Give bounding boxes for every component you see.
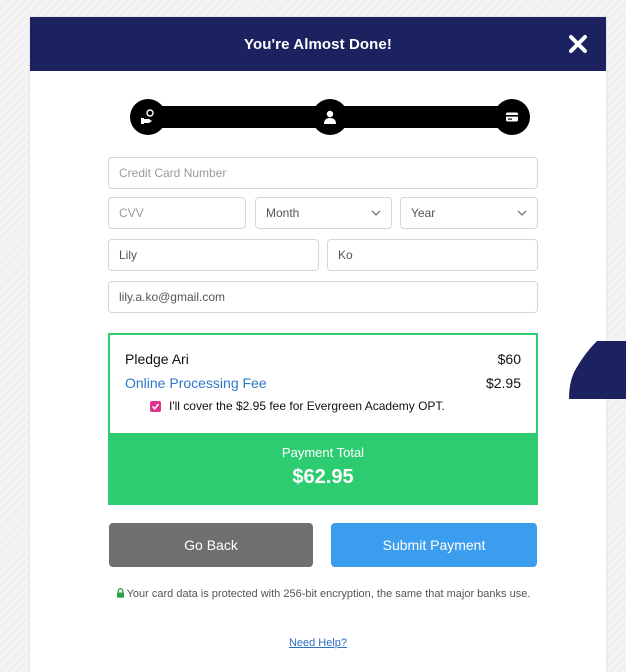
progress-stepper bbox=[130, 99, 530, 135]
need-help-link[interactable]: Need Help? bbox=[30, 637, 606, 649]
payment-total-label: Payment Total bbox=[281, 445, 365, 460]
payment-summary: Pledge Ari $60 Online Processing Fee $2.… bbox=[108, 333, 538, 433]
security-note-text: Your card data is protected with 256-bit… bbox=[126, 588, 531, 600]
security-note: Your card data is protected with 256-bit… bbox=[110, 586, 536, 603]
pledge-row: Pledge Ari $60 bbox=[125, 351, 521, 367]
month-select-value: Month bbox=[266, 206, 300, 220]
decorative-shape bbox=[569, 341, 626, 399]
step-info bbox=[312, 99, 348, 135]
cover-fee-text: I'll cover the $2.95 fee for Evergreen A… bbox=[169, 399, 445, 413]
pledge-label: Pledge Ari bbox=[125, 351, 189, 367]
credit-card-icon bbox=[506, 112, 518, 122]
user-icon bbox=[324, 110, 336, 124]
lock-icon bbox=[116, 588, 124, 598]
payment-modal: You're Almost Done! Credit Card Number C… bbox=[30, 17, 606, 672]
step-pledge bbox=[130, 99, 166, 135]
close-icon[interactable] bbox=[566, 32, 590, 56]
pledge-amount: $60 bbox=[497, 351, 521, 367]
go-back-button[interactable]: Go Back bbox=[109, 523, 313, 567]
month-select[interactable]: Month bbox=[255, 197, 392, 229]
modal-title: You're Almost Done! bbox=[244, 35, 392, 53]
fee-row: Online Processing Fee $2.95 bbox=[125, 375, 521, 391]
payment-total-amount: $62.95 bbox=[292, 466, 354, 488]
checkmark-icon bbox=[151, 403, 160, 410]
step-payment bbox=[494, 99, 530, 135]
cover-fee-option[interactable]: I'll cover the $2.95 fee for Evergreen A… bbox=[150, 399, 445, 413]
submit-payment-button[interactable]: Submit Payment bbox=[331, 523, 537, 567]
card-number-input[interactable] bbox=[108, 157, 538, 189]
cvv-input[interactable] bbox=[108, 197, 246, 229]
modal-header: You're Almost Done! bbox=[30, 17, 606, 71]
year-select[interactable]: Year bbox=[400, 197, 538, 229]
year-select-value: Year bbox=[411, 206, 436, 220]
chevron-down-icon bbox=[371, 210, 381, 216]
chevron-down-icon bbox=[517, 210, 527, 216]
payment-total-box: Payment Total $62.95 bbox=[108, 433, 538, 505]
cover-fee-checkbox[interactable] bbox=[150, 400, 161, 412]
fee-amount: $2.95 bbox=[485, 375, 521, 391]
hand-coin-icon bbox=[141, 109, 154, 124]
last-name-input[interactable] bbox=[327, 239, 538, 271]
email-input[interactable] bbox=[108, 281, 538, 313]
first-name-input[interactable] bbox=[108, 239, 319, 271]
fee-label-link[interactable]: Online Processing Fee bbox=[125, 375, 267, 391]
